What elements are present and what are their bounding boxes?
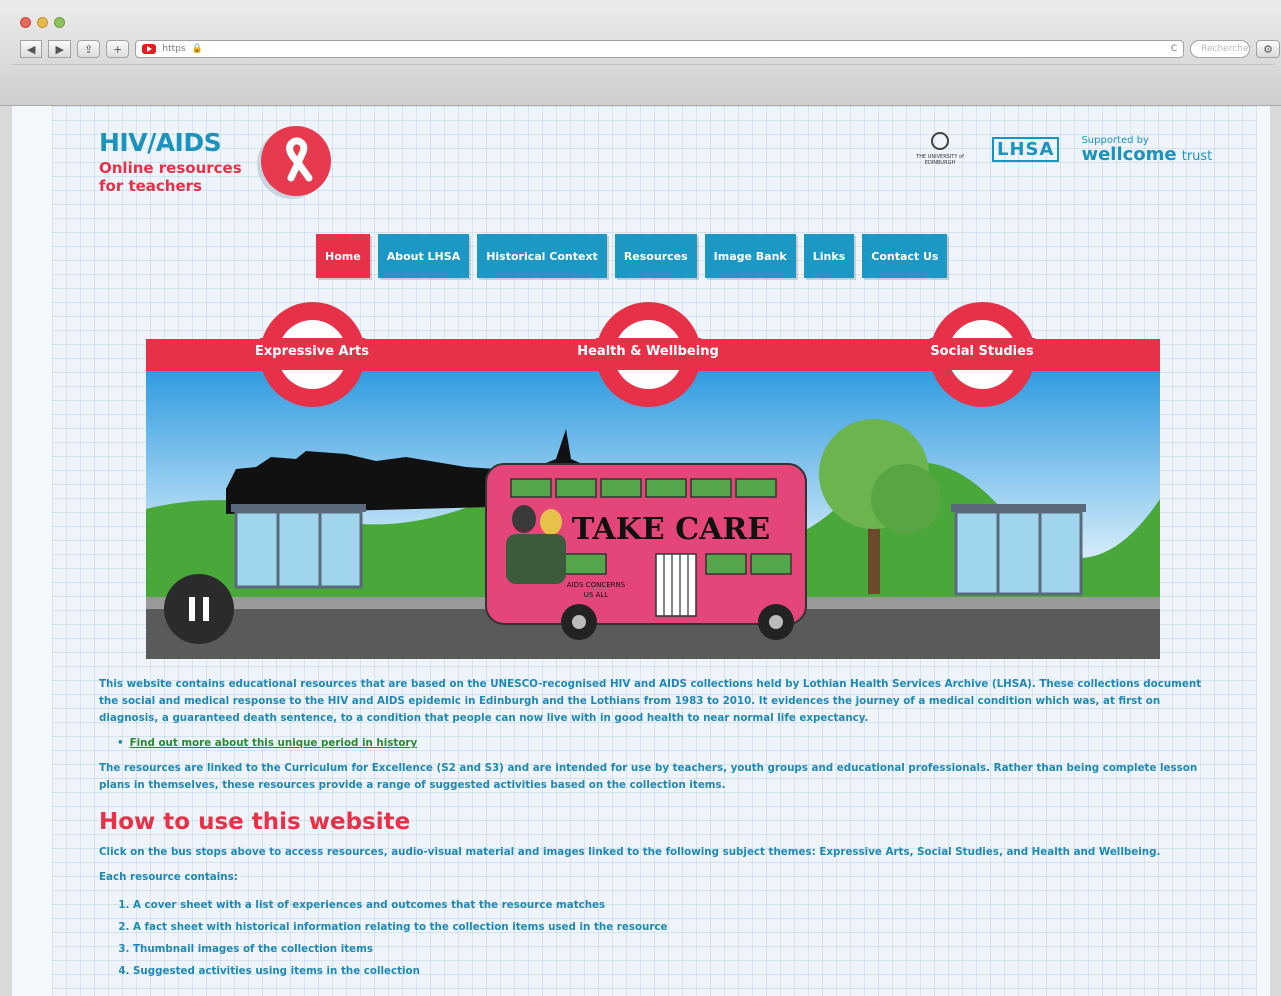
nav-about-lhsa[interactable]: About LHSA [377, 234, 470, 278]
minimize-window-button[interactable] [37, 17, 48, 28]
partner-logos: THE UNIVERSITY of EDINBURGH LHSA Support… [910, 124, 1212, 174]
resource-contains-label: Each resource contains: [99, 871, 238, 883]
main-content: This website contains educational resour… [99, 676, 1209, 982]
stop-label-social-studies[interactable]: Social Studies [902, 344, 1062, 359]
stop-label-expressive-arts[interactable]: Expressive Arts [232, 344, 392, 359]
close-window-button[interactable] [20, 17, 31, 28]
intro-paragraph: This website contains educational resour… [99, 678, 1202, 724]
pause-icon [189, 597, 195, 621]
university-of-edinburgh-logo[interactable]: THE UNIVERSITY of EDINBURGH [910, 132, 970, 166]
svg-text:TAKE CARE: TAKE CARE [572, 512, 770, 547]
site-subtitle: Online resources for teachers [99, 159, 242, 195]
stop-label-health-wellbeing[interactable]: Health & Wellbeing [568, 344, 728, 359]
site-title[interactable]: HIV/AIDS [99, 128, 222, 157]
zoom-window-button[interactable] [54, 17, 65, 28]
nav-historical-context[interactable]: Historical Context [477, 234, 607, 278]
nav-contact-us[interactable]: Contact Us [862, 234, 948, 278]
crest-icon [931, 132, 949, 150]
nav-image-bank[interactable]: Image Bank [704, 234, 796, 278]
instructions-paragraph: Click on the bus stops above to access r… [99, 846, 1161, 858]
nav-home[interactable]: Home [316, 234, 370, 278]
bus-shelter-left [231, 504, 366, 589]
window-controls [20, 17, 65, 28]
bookmarks-bar [12, 64, 1274, 87]
lhsa-logo[interactable]: LHSA [992, 136, 1060, 162]
list-item: A cover sheet with a list of experiences… [133, 894, 1209, 916]
list-item: Find out more about this unique period i… [117, 735, 1209, 752]
nav-links[interactable]: Links [803, 234, 855, 278]
back-button[interactable]: ◀ [20, 40, 43, 58]
history-link[interactable]: Find out more about this unique period i… [130, 737, 418, 749]
link-list: Find out more about this unique period i… [99, 735, 1209, 752]
list-item: Thumbnail images of the collection items [133, 938, 1209, 960]
wellcome-trust-logo[interactable]: Supported by wellcome trust [1081, 134, 1212, 164]
list-item: A fact sheet with historical information… [133, 916, 1209, 938]
search-field[interactable]: Rechercher [1190, 40, 1252, 58]
address-bar[interactable]: https 🔒 C [135, 40, 1185, 58]
svg-text:AIDS CONCERNS: AIDS CONCERNS [567, 581, 626, 589]
new-tab-button[interactable]: + [106, 40, 130, 58]
main-navigation: Home About LHSA Historical Context Resou… [316, 234, 948, 278]
youtube-icon [142, 44, 157, 54]
curriculum-paragraph: The resources are linked to the Curricul… [99, 762, 1198, 791]
web-page: HIV/AIDS Online resources for teachers T… [12, 106, 1270, 996]
url-text: https [162, 44, 186, 54]
how-to-use-heading: How to use this website [99, 809, 411, 835]
reload-icon[interactable]: C [1171, 44, 1177, 54]
aids-ribbon-logo[interactable] [261, 126, 331, 196]
lock-icon: 🔒 [191, 44, 203, 54]
pause-button[interactable] [164, 574, 234, 644]
browser-toolbar: ◀ ▶ ⇪ + https 🔒 C Rechercher ⚙ [20, 38, 1280, 60]
browser-chrome: ◀ ▶ ⇪ + https 🔒 C Rechercher ⚙ [0, 0, 1281, 106]
svg-text:US ALL: US ALL [584, 591, 608, 599]
resource-contents-list: A cover sheet with a list of experiences… [99, 894, 1209, 982]
share-button[interactable]: ⇪ [76, 40, 101, 58]
forward-button[interactable]: ▶ [48, 40, 71, 58]
red-bus: TAKE CARE AIDS CONCERNS US ALL [485, 463, 807, 640]
list-item: Suggested activities using items in the … [133, 960, 1209, 982]
nav-resources[interactable]: Resources [614, 234, 697, 278]
bus-shelter-right [951, 504, 1086, 596]
settings-gear-icon[interactable]: ⚙ [1256, 40, 1280, 58]
